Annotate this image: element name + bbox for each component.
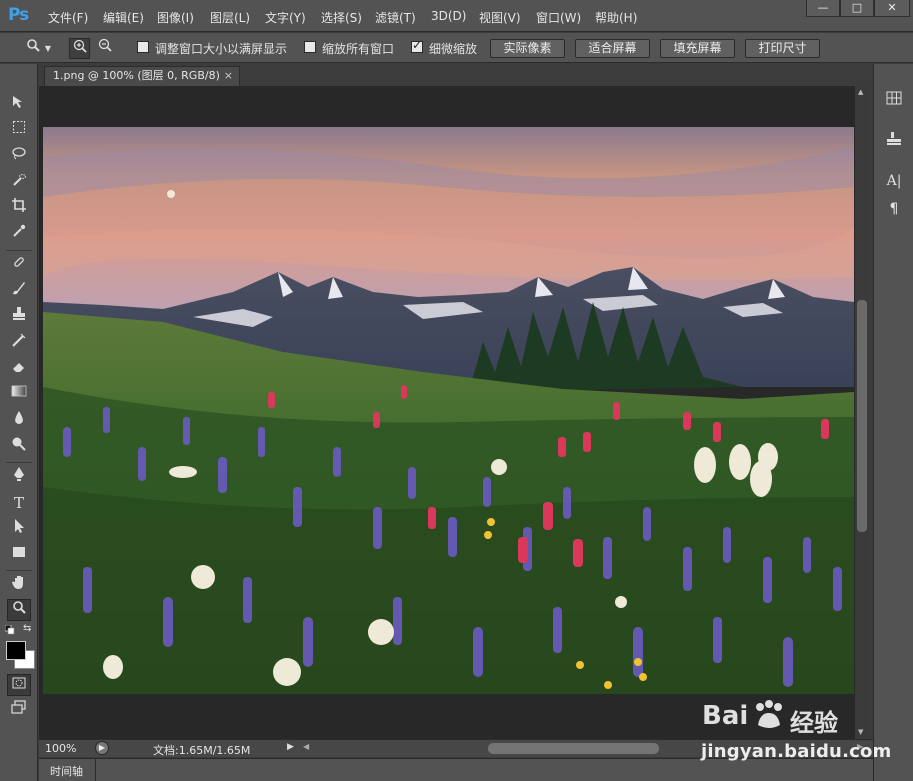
resize-windows-checkbox[interactable] [137,41,149,53]
gradient-tool-icon[interactable] [7,384,31,406]
healing-brush-tool-icon[interactable] [7,254,31,276]
zoom-tool-icon[interactable] [7,599,31,621]
menu-file[interactable]: 文件(F) [48,9,88,26]
watermark-brand-jingyan: 经验 [790,709,838,737]
pen-tool-icon[interactable] [7,466,31,488]
tools-panel: T ⇆ [0,64,38,781]
zoom-out-icon[interactable] [94,38,115,59]
foreground-color-swatch[interactable] [6,641,26,660]
clone-stamp-tool-icon[interactable] [7,306,31,328]
close-button[interactable]: ✕ [874,0,910,17]
zoom-all-label: 缩放所有窗口 [322,42,395,56]
preset-dropdown-icon[interactable]: ▼ [42,38,54,59]
history-brush-tool-icon[interactable] [7,332,31,354]
paragraph-panel-icon[interactable]: ¶ [883,198,905,220]
watermark-brand: Bai [702,701,749,731]
menu-layer[interactable]: 图层(L) [210,9,250,26]
type-tool-icon[interactable]: T [7,492,31,514]
path-selection-tool-icon[interactable] [7,518,31,540]
eyedropper-tool-icon[interactable] [7,224,31,246]
quick-mask-icon[interactable] [7,674,31,696]
scroll-up-icon[interactable]: ▲ [858,88,863,96]
scrubby-zoom-label: 细微缩放 [429,42,478,56]
window-controls: — □ ✕ [806,0,910,18]
fit-screen-button[interactable]: 适合屏幕 [575,39,650,58]
document-tab-title: 1.png @ 100% (图层 0, RGB/8) [53,69,220,82]
character-panel-icon[interactable]: A| [883,170,905,192]
baidu-paw-logo-icon [756,700,782,728]
document-size: 文档:1.65M/1.65M [153,744,251,757]
right-panel-dock: A| ¶ [873,64,913,781]
menu-image[interactable]: 图像(I) [157,9,194,26]
crop-tool-icon[interactable] [7,198,31,220]
move-tool-icon[interactable] [7,94,31,116]
menu-type[interactable]: 文字(Y) [265,9,306,26]
close-tab-icon[interactable]: × [224,67,233,85]
swatches-panel-icon[interactable] [883,90,905,112]
screen-mode-icon[interactable] [7,700,31,722]
rectangle-tool-icon[interactable] [7,544,31,566]
blur-tool-icon[interactable] [7,410,31,432]
marquee-tool-icon[interactable] [7,120,31,142]
default-colors-icon[interactable] [4,624,15,635]
scroll-down-icon[interactable]: ▼ [858,728,863,736]
horizontal-scroll-thumb[interactable] [488,743,659,754]
watermark-url: jingyan.baidu.com [701,741,892,762]
print-size-button[interactable]: 打印尺寸 [745,39,820,58]
canvas-image[interactable] [43,127,854,694]
menu-window[interactable]: 窗口(W) [536,9,581,26]
photoshop-logo: Ps [8,5,29,25]
zoom-level[interactable]: 100% [45,742,76,755]
scroll-left-icon[interactable]: ◀ [303,742,309,751]
layers-panel-icon[interactable] [883,130,905,152]
hand-tool-icon[interactable] [7,574,31,596]
zoom-all-checkbox[interactable] [304,41,316,53]
status-menu-arrow-icon[interactable]: ▶ [287,742,294,752]
quick-selection-tool-icon[interactable] [7,172,31,194]
lasso-tool-icon[interactable] [7,146,31,168]
actual-pixels-button[interactable]: 实际像素 [490,39,565,58]
options-bar: ▼ 调整窗口大小以满屏显示 缩放所有窗口 细微缩放 实际像素 适合屏幕 填充屏幕… [0,33,913,63]
resize-windows-label: 调整窗口大小以满屏显示 [155,42,288,56]
fill-screen-button[interactable]: 填充屏幕 [660,39,735,58]
vertical-scroll-thumb[interactable] [857,300,867,532]
minimize-button[interactable]: — [806,0,840,17]
maximize-button[interactable]: □ [840,0,874,17]
menu-edit[interactable]: 编辑(E) [103,9,144,26]
dodge-tool-icon[interactable] [7,436,31,458]
baidu-jingyan-watermark: Bai 经验 [702,697,852,737]
eraser-tool-icon[interactable] [7,358,31,380]
status-info-icon[interactable]: ▶ [95,741,109,755]
document-tab[interactable]: 1.png @ 100% (图层 0, RGB/8) × [44,66,240,86]
menu-bar: Ps 文件(F) 编辑(E) 图像(I) 图层(L) 文字(Y) 选择(S) 滤… [0,0,913,32]
zoom-tool-preset-icon[interactable] [22,38,43,59]
swap-colors-icon[interactable]: ⇆ [23,623,31,634]
scrubby-zoom-checkbox[interactable] [411,38,423,53]
menu-select[interactable]: 选择(S) [321,9,362,26]
zoom-in-icon[interactable] [69,38,90,59]
menu-help[interactable]: 帮助(H) [595,9,637,26]
brush-tool-icon[interactable] [7,280,31,302]
menu-3d[interactable]: 3D(D) [431,9,466,23]
menu-filter[interactable]: 滤镜(T) [375,9,416,26]
menu-view[interactable]: 视图(V) [479,9,521,26]
